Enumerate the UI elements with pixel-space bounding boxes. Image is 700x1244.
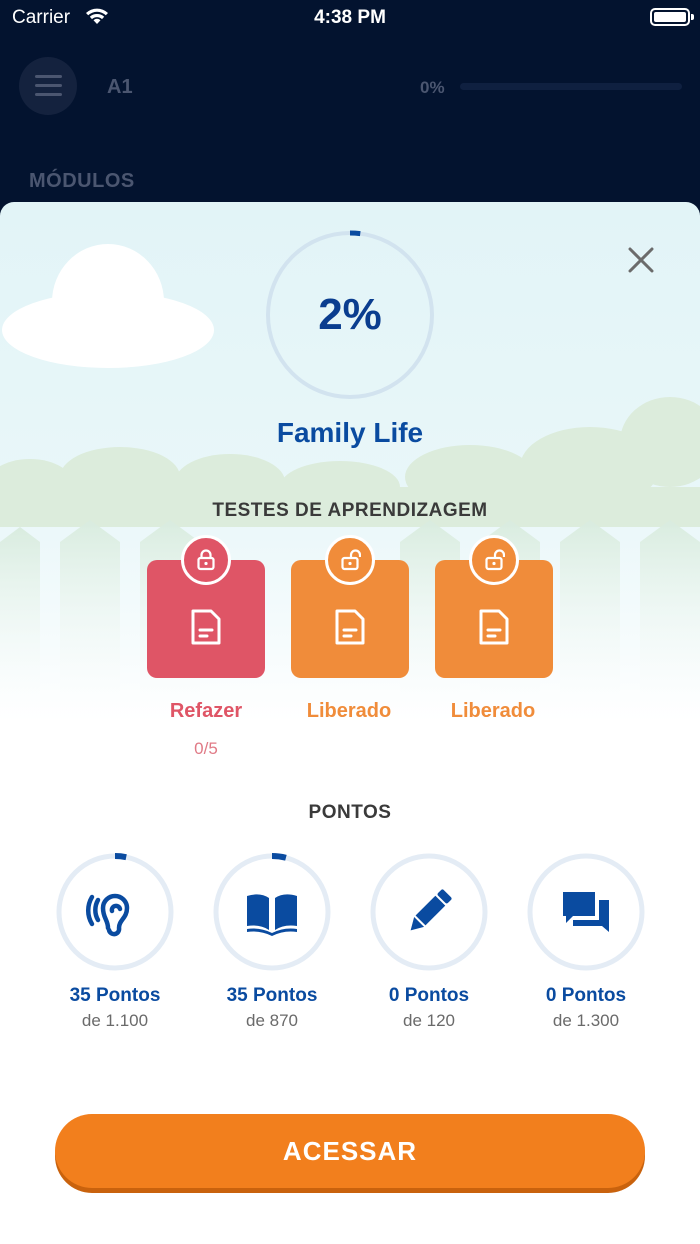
listening-points: 35 Pontos [69, 985, 161, 1006]
document-icon [191, 609, 221, 645]
reading-points: 35 Pontos [226, 985, 318, 1006]
lock-open-icon [469, 535, 519, 585]
speaking-total: de 1.300 [552, 1011, 620, 1030]
document-icon [479, 609, 509, 645]
writing-progress-ring [370, 853, 488, 971]
status-time: 4:38 PM [314, 7, 386, 28]
level-progress-text: 0% [420, 78, 445, 97]
status-bar: Carrier 4:38 PM [0, 0, 700, 40]
close-icon[interactable] [624, 243, 658, 277]
reading-progress-ring [213, 853, 331, 971]
listening-ear-icon [86, 893, 130, 937]
modules-section-title: MÓDULOS [29, 170, 135, 192]
test-status-3: Liberado [450, 700, 536, 722]
test-progress-1: 0/5 [194, 739, 218, 758]
listening-total: de 1.100 [81, 1011, 149, 1030]
listening-progress-ring [56, 853, 174, 971]
level-label: A1 [107, 76, 133, 98]
menu-button[interactable] [19, 57, 77, 115]
tests-section-title: TESTES DE APRENDIZAGEM [212, 500, 488, 521]
level-progress-bar [460, 83, 682, 90]
reading-total: de 870 [246, 1011, 298, 1030]
speaking-points: 0 Pontos [545, 985, 627, 1006]
reading-book-icon [247, 894, 297, 936]
lock-closed-icon [181, 535, 231, 585]
access-button[interactable]: ACESSAR [55, 1114, 645, 1188]
menu-icon [35, 75, 62, 78]
speaking-progress-ring [527, 853, 645, 971]
test-status-2: Liberado [306, 700, 392, 722]
writing-total: de 120 [403, 1011, 455, 1030]
writing-pencil-icon [410, 889, 452, 931]
lock-open-icon [325, 535, 375, 585]
document-icon [335, 609, 365, 645]
test-status-1: Refazer [169, 700, 243, 722]
battery-icon [650, 8, 694, 26]
module-title: Family Life [276, 417, 424, 448]
module-detail-sheet: 2% Family Life TESTES DE APRENDIZAGEM Re… [0, 202, 700, 1244]
points-section-title: PONTOS [308, 802, 392, 823]
writing-points: 0 Pontos [388, 985, 470, 1006]
module-progress-text: 2% [318, 290, 382, 339]
speaking-chat-icon [563, 892, 609, 932]
